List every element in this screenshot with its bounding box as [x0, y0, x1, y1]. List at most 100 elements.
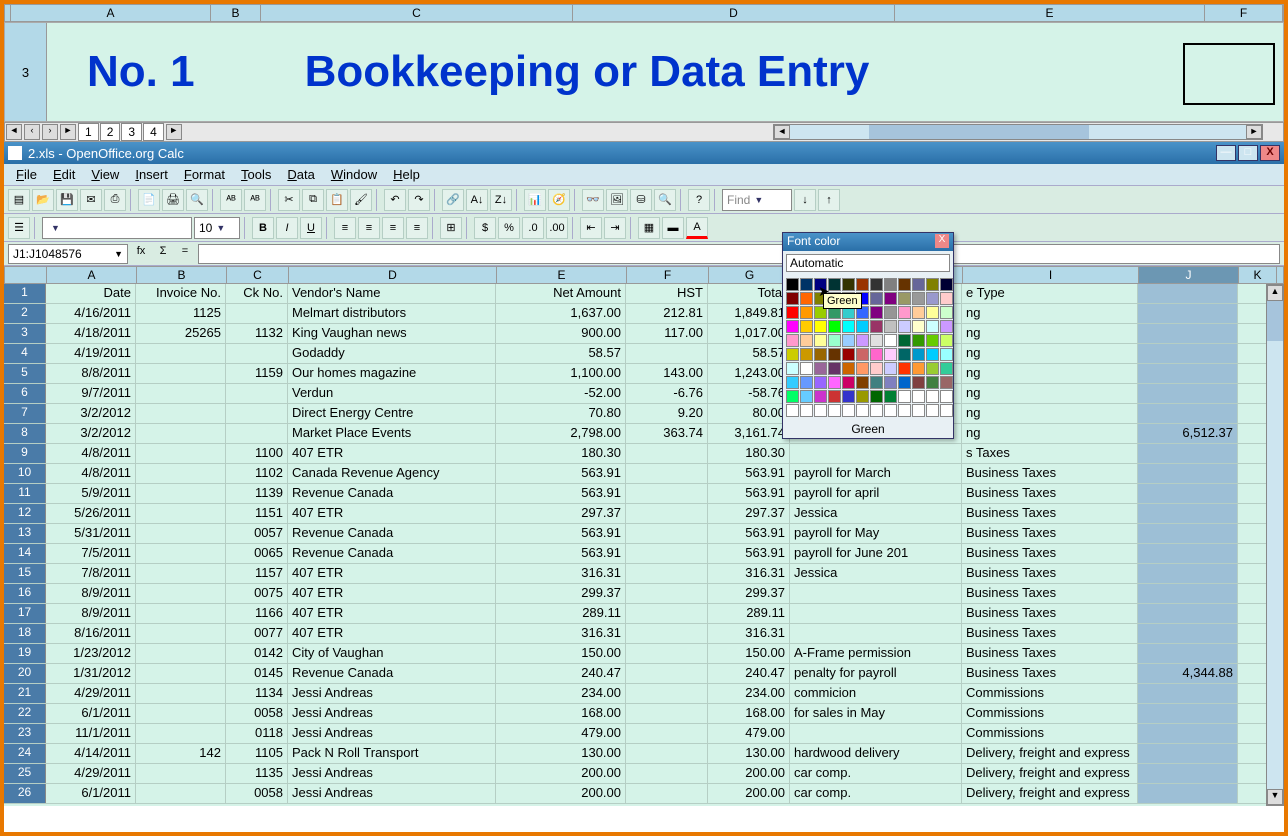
menu-help[interactable]: Help: [385, 165, 428, 184]
cell[interactable]: [226, 404, 288, 423]
tab-nav-first[interactable]: ◄: [6, 124, 22, 140]
cell[interactable]: [136, 764, 226, 783]
color-swatch[interactable]: [786, 292, 799, 305]
cell[interactable]: [136, 724, 226, 743]
cell[interactable]: [1138, 564, 1238, 583]
automatic-color-button[interactable]: Automatic: [786, 254, 950, 272]
cell[interactable]: [1138, 604, 1238, 623]
cell[interactable]: 8/9/2011: [46, 604, 136, 623]
cell[interactable]: 180.30: [708, 444, 790, 463]
cell[interactable]: Business Taxes: [962, 584, 1138, 603]
cell[interactable]: 8/8/2011: [46, 364, 136, 383]
cell[interactable]: 6,512.37: [1138, 424, 1238, 443]
popup-close-icon[interactable]: X: [935, 234, 949, 248]
row-header[interactable]: 9: [4, 444, 46, 463]
cell[interactable]: 150.00: [708, 644, 790, 663]
row-header[interactable]: 24: [4, 744, 46, 763]
color-swatch[interactable]: [814, 376, 827, 389]
find-input[interactable]: Find▼: [722, 189, 792, 211]
column-header[interactable]: J: [1139, 267, 1239, 283]
color-swatch[interactable]: [884, 404, 897, 417]
cell[interactable]: Jessica: [790, 564, 962, 583]
cell[interactable]: Business Taxes: [962, 604, 1138, 623]
cell[interactable]: [1138, 344, 1238, 363]
cell[interactable]: [626, 684, 708, 703]
tab-nav-prev[interactable]: ‹: [24, 124, 40, 140]
color-swatch[interactable]: [912, 362, 925, 375]
cell[interactable]: 117.00: [626, 324, 708, 343]
cell[interactable]: [1138, 384, 1238, 403]
color-swatch[interactable]: [926, 306, 939, 319]
color-swatch[interactable]: [898, 334, 911, 347]
banner-col-header[interactable]: E: [895, 5, 1205, 21]
new-doc-icon[interactable]: ▤: [8, 189, 30, 211]
cell[interactable]: Jessi Andreas: [288, 704, 496, 723]
cell[interactable]: car comp.: [790, 764, 962, 783]
cell[interactable]: 9.20: [626, 404, 708, 423]
cell[interactable]: 297.37: [708, 504, 790, 523]
column-label[interactable]: e Type: [962, 284, 1138, 303]
cell[interactable]: [1138, 544, 1238, 563]
cell[interactable]: [136, 464, 226, 483]
cell[interactable]: [626, 704, 708, 723]
color-swatch[interactable]: [884, 320, 897, 333]
cell[interactable]: 4/29/2011: [46, 764, 136, 783]
color-swatch[interactable]: [800, 404, 813, 417]
cell[interactable]: 168.00: [496, 704, 626, 723]
cell[interactable]: 289.11: [708, 604, 790, 623]
color-swatch[interactable]: [898, 390, 911, 403]
add-decimal-icon[interactable]: .0: [522, 217, 544, 239]
color-swatch[interactable]: [842, 390, 855, 403]
cell[interactable]: -52.00: [496, 384, 626, 403]
cell[interactable]: ng: [962, 404, 1138, 423]
color-swatch[interactable]: [912, 334, 925, 347]
cell[interactable]: A-Frame permission: [790, 644, 962, 663]
open-icon[interactable]: 📂: [32, 189, 54, 211]
cell[interactable]: 407 ETR: [288, 604, 496, 623]
cell[interactable]: -58.76: [708, 384, 790, 403]
color-swatch[interactable]: [856, 334, 869, 347]
cell[interactable]: 1125: [136, 304, 226, 323]
preview-icon[interactable]: 🔍: [186, 189, 208, 211]
color-swatch[interactable]: [814, 348, 827, 361]
row-header[interactable]: 11: [4, 484, 46, 503]
color-swatch[interactable]: [856, 390, 869, 403]
paintbrush-icon[interactable]: 🖌: [350, 189, 372, 211]
row-header[interactable]: 8: [4, 424, 46, 443]
sheet-tab[interactable]: 3: [121, 123, 142, 141]
cell[interactable]: [1138, 744, 1238, 763]
color-swatch[interactable]: [898, 306, 911, 319]
row-header[interactable]: 26: [4, 784, 46, 803]
cell[interactable]: [136, 344, 226, 363]
cell[interactable]: 4,344.88: [1138, 664, 1238, 683]
row-header[interactable]: 19: [4, 644, 46, 663]
cell[interactable]: 4/18/2011: [46, 324, 136, 343]
color-swatch[interactable]: [828, 334, 841, 347]
color-swatch[interactable]: [828, 390, 841, 403]
cell[interactable]: Revenue Canada: [288, 664, 496, 683]
column-header[interactable]: G: [709, 267, 791, 283]
color-swatch[interactable]: [842, 362, 855, 375]
menu-edit[interactable]: Edit: [45, 165, 83, 184]
cell[interactable]: [1138, 684, 1238, 703]
color-swatch[interactable]: [940, 348, 953, 361]
cell[interactable]: [626, 564, 708, 583]
help-icon[interactable]: ?: [688, 189, 710, 211]
cell[interactable]: 7/5/2011: [46, 544, 136, 563]
color-swatch[interactable]: [926, 278, 939, 291]
cell[interactable]: Pack N Roll Transport: [288, 744, 496, 763]
menu-insert[interactable]: Insert: [127, 165, 176, 184]
window-maximize[interactable]: □: [1238, 145, 1258, 161]
cell[interactable]: [626, 544, 708, 563]
row-header[interactable]: 21: [4, 684, 46, 703]
color-swatch[interactable]: [842, 348, 855, 361]
navigator-icon[interactable]: 🧭: [548, 189, 570, 211]
color-swatch[interactable]: [870, 376, 883, 389]
color-swatch[interactable]: [842, 376, 855, 389]
cell[interactable]: 479.00: [708, 724, 790, 743]
color-swatch[interactable]: [786, 320, 799, 333]
cell[interactable]: 1159: [226, 364, 288, 383]
color-swatch[interactable]: [786, 334, 799, 347]
row-header[interactable]: 5: [4, 364, 46, 383]
sheet-tab[interactable]: 2: [100, 123, 121, 141]
